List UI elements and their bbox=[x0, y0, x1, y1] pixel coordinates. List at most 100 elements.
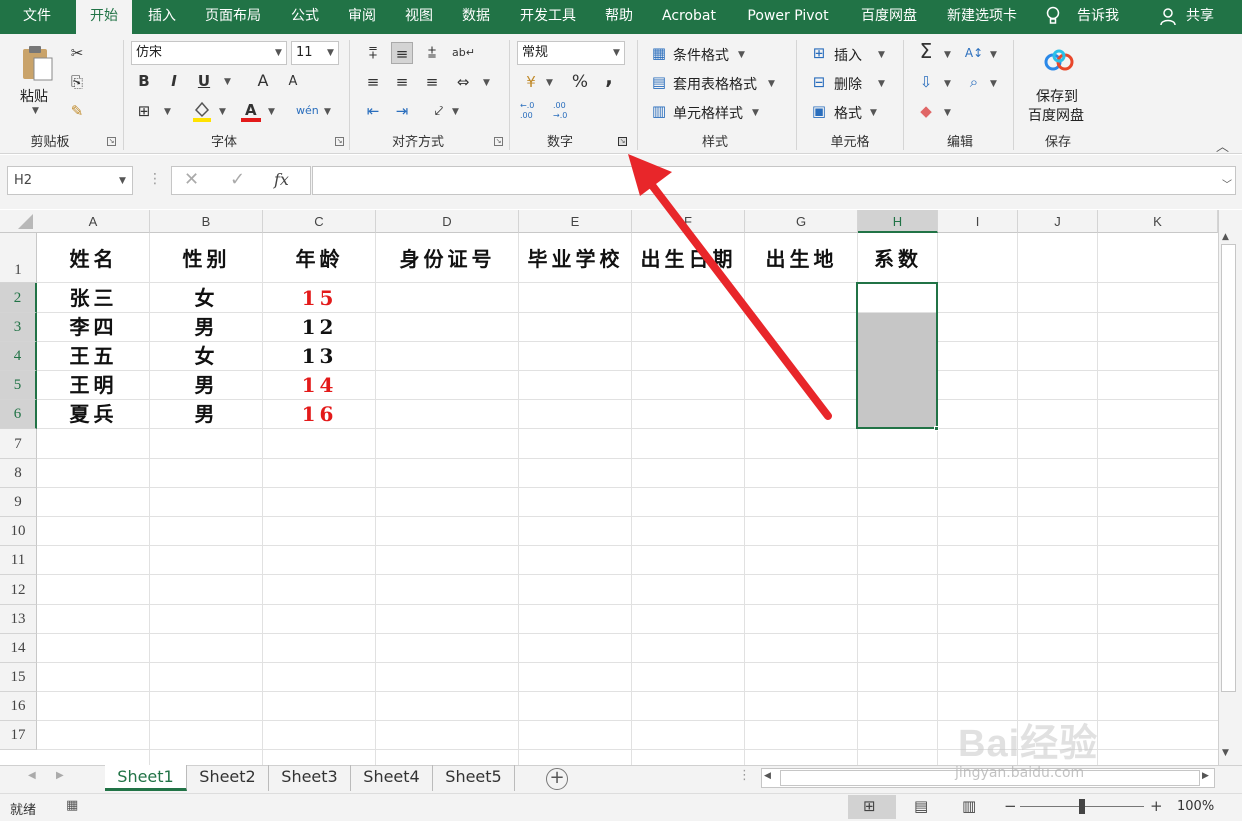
zoom-slider-thumb[interactable] bbox=[1079, 799, 1085, 814]
tab-data[interactable]: 数据 bbox=[454, 0, 498, 34]
wrap-text-icon[interactable]: ⤦ bbox=[428, 100, 450, 122]
chevron-down-icon[interactable]: ▼ bbox=[324, 107, 331, 117]
format-as-table-button[interactable]: 套用表格格式 bbox=[673, 74, 757, 94]
comma-button[interactable]: , bbox=[598, 66, 620, 88]
percent-button[interactable]: % bbox=[569, 71, 591, 93]
find-select-icon[interactable]: ⌕ bbox=[963, 71, 985, 93]
row-header-2[interactable]: 2 bbox=[0, 283, 37, 313]
tab-file[interactable]: 文件 bbox=[6, 0, 68, 34]
tab-acrobat[interactable]: Acrobat bbox=[652, 0, 726, 34]
row-header-7[interactable]: 7 bbox=[0, 429, 37, 459]
row-header-5[interactable]: 5 bbox=[0, 371, 37, 400]
chevron-down-icon[interactable]: ▼ bbox=[768, 79, 775, 89]
tell-me[interactable]: 告诉我 bbox=[1068, 0, 1128, 34]
align-top-icon[interactable]: ⩱ bbox=[362, 42, 384, 64]
gender-cell[interactable]: 男 bbox=[150, 371, 263, 400]
clipboard-launcher-icon[interactable]: ↘ bbox=[107, 137, 116, 146]
scroll-up-icon[interactable]: ▲ bbox=[1222, 232, 1229, 242]
chevron-down-icon[interactable]: ▼ bbox=[878, 50, 885, 60]
bold-button[interactable]: B bbox=[133, 70, 155, 92]
name-cell[interactable]: 王五 bbox=[37, 342, 150, 371]
chevron-down-icon[interactable]: ▼ bbox=[613, 48, 620, 58]
chevron-down-icon[interactable]: ▼ bbox=[738, 50, 745, 60]
chevron-down-icon[interactable]: ▼ bbox=[327, 48, 334, 58]
next-sheet-icon[interactable]: ▶ bbox=[56, 770, 64, 781]
align-left-icon[interactable]: ≡ bbox=[362, 71, 384, 93]
tab-view[interactable]: 视图 bbox=[397, 0, 441, 34]
splitter-icon[interactable]: ⋮ bbox=[738, 768, 751, 783]
align-middle-icon[interactable]: ≡ bbox=[391, 42, 413, 64]
tab-developer[interactable]: 开发工具 bbox=[511, 0, 585, 34]
age-cell[interactable]: 13 bbox=[263, 342, 376, 371]
sheet-tab-sheet1[interactable]: Sheet1 bbox=[105, 765, 187, 791]
row-header-16[interactable]: 16 bbox=[0, 692, 37, 721]
autosum-icon[interactable]: Σ bbox=[915, 40, 937, 62]
align-bottom-icon[interactable]: ⩲ bbox=[421, 42, 443, 64]
chevron-down-icon[interactable]: ▼ bbox=[219, 107, 226, 117]
select-all-button[interactable] bbox=[0, 210, 38, 233]
sheet-tab-sheet3[interactable]: Sheet3 bbox=[269, 765, 351, 791]
row-header-15[interactable]: 15 bbox=[0, 663, 37, 692]
gender-cell[interactable]: 女 bbox=[150, 342, 263, 371]
zoom-in-icon[interactable]: + bbox=[1150, 797, 1163, 815]
copy-icon[interactable]: ⎘ bbox=[66, 71, 88, 93]
cell-styles-button[interactable]: 单元格样式 bbox=[673, 103, 743, 123]
collapse-ribbon-icon[interactable]: ︿ bbox=[1216, 136, 1229, 155]
italic-button[interactable]: I bbox=[163, 70, 185, 92]
cell-styles-icon[interactable]: ▥ bbox=[648, 100, 670, 122]
row-header-4[interactable]: 4 bbox=[0, 342, 37, 371]
fill-icon[interactable]: ⇩ bbox=[915, 71, 937, 93]
age-cell[interactable]: 15 bbox=[263, 283, 376, 313]
vertical-scroll-thumb[interactable] bbox=[1221, 244, 1236, 692]
paste-icon[interactable] bbox=[20, 44, 56, 84]
chevron-down-icon[interactable]: ▼ bbox=[878, 79, 885, 89]
add-sheet-icon[interactable]: + bbox=[546, 768, 568, 790]
sort-filter-icon[interactable]: A↕ bbox=[963, 42, 985, 64]
age-cell[interactable]: 16 bbox=[263, 400, 376, 429]
tab-page-layout[interactable]: 页面布局 bbox=[196, 0, 270, 34]
grow-font-button[interactable]: A bbox=[252, 70, 274, 92]
save-to-baidu-line2[interactable]: 百度网盘 bbox=[1028, 105, 1084, 125]
tab-home[interactable]: 开始 bbox=[76, 0, 132, 34]
scroll-down-icon[interactable]: ▼ bbox=[1222, 748, 1229, 758]
tab-formulas[interactable]: 公式 bbox=[283, 0, 327, 34]
format-cells-icon[interactable]: ▣ bbox=[808, 100, 830, 122]
font-color-icon[interactable]: A bbox=[240, 100, 262, 122]
column-header-partial[interactable] bbox=[1178, 210, 1218, 233]
insert-function-button[interactable]: fx bbox=[274, 170, 289, 189]
row-header-9[interactable]: 9 bbox=[0, 488, 37, 517]
row-header-1[interactable]: 1 bbox=[0, 233, 37, 283]
column-header-h[interactable]: H bbox=[858, 210, 938, 233]
name-cell[interactable]: 王明 bbox=[37, 371, 150, 400]
insert-cells-button[interactable]: 插入 bbox=[834, 45, 862, 65]
decrease-decimal-button[interactable]: .00 →.0 bbox=[553, 101, 577, 121]
header-cell[interactable]: 性别 bbox=[150, 233, 263, 283]
gender-cell[interactable]: 女 bbox=[150, 283, 263, 313]
fill-color-icon[interactable] bbox=[191, 100, 213, 122]
fill-handle[interactable] bbox=[934, 426, 939, 431]
header-cell[interactable]: 毕业学校 bbox=[519, 233, 632, 283]
name-cell[interactable]: 张三 bbox=[37, 283, 150, 313]
drag-handle-icon[interactable]: ⋮ bbox=[148, 171, 162, 187]
align-right-icon[interactable]: ≡ bbox=[421, 71, 443, 93]
age-cell[interactable]: 12 bbox=[263, 313, 376, 342]
alignment-launcher-icon[interactable]: ↘ bbox=[494, 137, 503, 146]
chevron-down-icon[interactable]: ▼ bbox=[944, 108, 951, 118]
chevron-down-icon[interactable]: ▼ bbox=[990, 50, 997, 60]
number-launcher-icon[interactable]: ↘ bbox=[618, 137, 627, 146]
baidu-netdisk-icon[interactable] bbox=[1043, 48, 1075, 76]
font-name-select[interactable]: 仿宋 bbox=[131, 41, 287, 65]
format-cells-button[interactable]: 格式 bbox=[834, 103, 862, 123]
gender-cell[interactable]: 男 bbox=[150, 313, 263, 342]
name-cell[interactable]: 夏兵 bbox=[37, 400, 150, 429]
tab-new[interactable]: 新建选项卡 bbox=[938, 0, 1026, 34]
column-header-c[interactable]: C bbox=[263, 210, 376, 233]
paste-button[interactable]: 粘贴 bbox=[20, 86, 48, 106]
row-header-13[interactable]: 13 bbox=[0, 605, 37, 634]
paste-dropdown-icon[interactable]: ▼ bbox=[32, 106, 39, 116]
delete-cells-icon[interactable]: ⊟ bbox=[808, 71, 830, 93]
increase-indent-icon[interactable]: ⇥ bbox=[391, 100, 413, 122]
column-header-b[interactable]: B bbox=[150, 210, 263, 233]
share-button[interactable]: 共享 bbox=[1180, 0, 1220, 34]
zoom-level[interactable]: 100% bbox=[1177, 799, 1214, 814]
